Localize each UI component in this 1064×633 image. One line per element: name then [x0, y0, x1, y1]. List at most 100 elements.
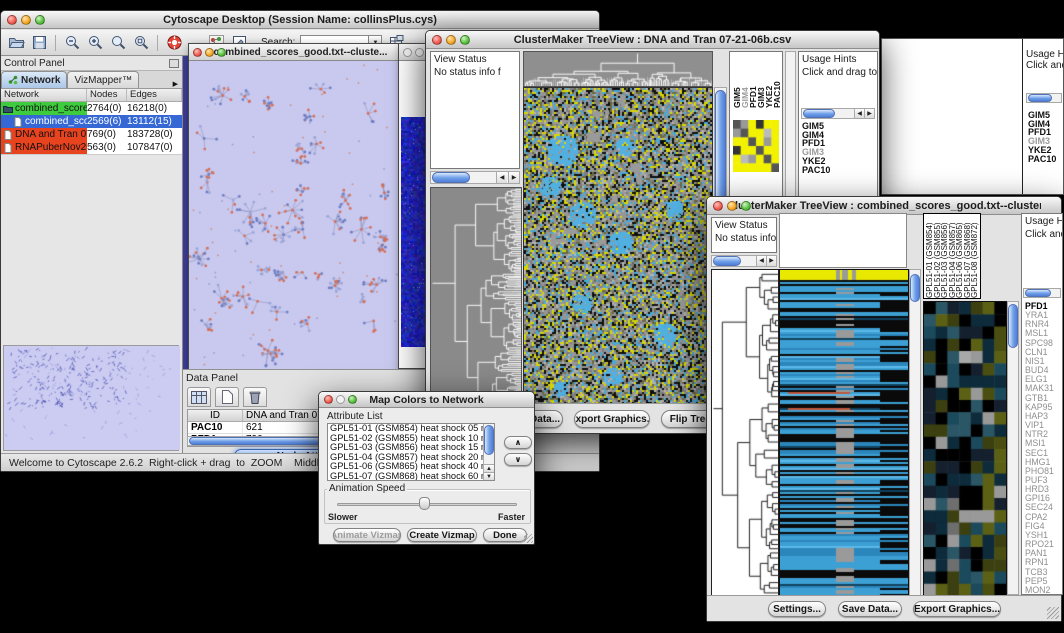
row-dendrogram[interactable] [430, 187, 522, 407]
vertical-scrollbar[interactable] [909, 269, 921, 596]
birdseye-view[interactable] [3, 345, 179, 451]
move-up-button[interactable]: ∧ [504, 436, 532, 449]
scroll-thumb[interactable] [1025, 289, 1051, 297]
tab-network[interactable]: Network [1, 71, 67, 88]
save-icon[interactable] [30, 34, 48, 52]
horizontal-scrollbar[interactable] [1023, 288, 1061, 298]
gene-label[interactable]: PAC10 [1028, 155, 1056, 164]
column-id[interactable]: ID [188, 410, 243, 421]
scroll-up-icon[interactable]: ▲ [484, 464, 494, 472]
scroll-down-icon[interactable]: ▼ [484, 472, 494, 480]
title-bar[interactable]: ClusterMaker TreeView : DNA and Tran 07-… [426, 31, 879, 49]
column-label[interactable]: GIM3 [757, 72, 765, 108]
title-bar[interactable]: Map Colors to Network [319, 392, 534, 408]
close-button[interactable] [7, 15, 17, 25]
minimize-button[interactable] [21, 15, 31, 25]
column-label[interactable]: GIM5 [733, 72, 741, 108]
minimize-button[interactable] [415, 48, 424, 57]
zoom-button[interactable] [348, 395, 357, 404]
gene-label[interactable]: MON2 [1025, 586, 1054, 595]
network-table-row[interactable]: combined_sco 2569(6) 13112(15) [1, 115, 182, 128]
minimize-button[interactable] [336, 395, 345, 404]
scroll-thumb[interactable] [484, 425, 494, 455]
export-graphics-button[interactable]: Export Graphics... [913, 601, 1001, 617]
heatmap[interactable] [779, 269, 909, 596]
scroll-left-icon[interactable]: ◀ [854, 109, 864, 118]
close-button[interactable] [713, 201, 723, 211]
open-file-icon[interactable] [7, 34, 25, 52]
row-dendrogram[interactable] [711, 269, 779, 596]
network-table-row[interactable]: combined_scores 2764(0) 16218(0) [1, 102, 182, 115]
column-label[interactable]: GPL51-06 (GSM865) [956, 216, 964, 298]
zoom-out-icon[interactable] [63, 34, 81, 52]
minimize-button[interactable] [205, 48, 214, 57]
mini-heatmap[interactable] [733, 120, 779, 172]
new-doc-icon[interactable] [215, 387, 239, 407]
help-lifering-icon[interactable] [165, 34, 183, 52]
network-table-row[interactable]: RNAPuberNov2+ 563(0) 107847(0) [1, 141, 182, 154]
more-tabs-icon[interactable]: ▶ [169, 80, 182, 88]
minimize-button[interactable] [446, 35, 456, 45]
horizontal-scrollbar[interactable]: ◀ ▶ [711, 255, 777, 267]
column-label[interactable]: YKE2 [765, 72, 773, 108]
column-label[interactable]: GIM4 [741, 72, 749, 108]
close-button[interactable] [193, 48, 202, 57]
zoom-in-icon[interactable] [86, 34, 104, 52]
scroll-right-icon[interactable]: ▶ [508, 172, 519, 183]
move-down-button[interactable]: ∨ [504, 453, 532, 466]
vertical-scrollbar[interactable] [1007, 301, 1019, 595]
network-table-row[interactable]: DNA and Tran 07 769(0) 183728(0) [1, 128, 182, 141]
gene-label[interactable]: PAC10 [802, 166, 830, 175]
settings-button[interactable]: Settings... [768, 601, 826, 617]
close-button[interactable] [324, 395, 333, 404]
network-canvas[interactable] [189, 61, 398, 369]
animate-vizmap-button[interactable]: Animate Vizmap [333, 528, 401, 542]
scroll-right-icon[interactable]: ▶ [864, 109, 874, 118]
column-label[interactable]: GPL51-02 (GSM855) [934, 216, 942, 298]
scroll-thumb[interactable] [713, 256, 741, 266]
column-label[interactable]: PFD1 [749, 72, 757, 108]
done-button[interactable]: Done [483, 528, 527, 542]
column-label[interactable]: GPL51-04 (GSM857) [949, 216, 957, 298]
tab-vizmapper[interactable]: VizMapper™ [67, 71, 139, 88]
resize-grip[interactable] [1047, 607, 1059, 619]
column-label[interactable]: GPL51-07 (GSM868) [964, 216, 972, 298]
zoom-fit-icon[interactable] [132, 34, 150, 52]
zoom-button[interactable] [460, 35, 470, 45]
zoom-button[interactable] [217, 48, 226, 57]
resize-grip[interactable] [524, 534, 533, 543]
column-label[interactable]: GPL51-01 (GSM854) [926, 216, 934, 298]
zoom-button[interactable] [35, 15, 45, 25]
trash-icon[interactable] [243, 387, 267, 407]
title-bar[interactable]: combined_scores_good.txt--cluste... [189, 44, 398, 61]
column-label[interactable]: PAC10 [773, 72, 781, 108]
close-button[interactable] [403, 48, 412, 57]
float-panel-icon[interactable] [169, 59, 179, 68]
column-dendrogram[interactable] [523, 51, 713, 87]
zoom-selected-icon[interactable] [109, 34, 127, 52]
column-label[interactable]: GPL51-08 (GSM872) [971, 216, 979, 298]
scroll-left-icon[interactable]: ◀ [756, 256, 766, 266]
scroll-thumb[interactable] [803, 109, 835, 118]
scroll-thumb[interactable] [1028, 94, 1052, 102]
slider-thumb[interactable] [419, 497, 430, 510]
mini-scrollbar[interactable] [1026, 93, 1062, 103]
scroll-thumb[interactable] [432, 172, 470, 183]
horizontal-scrollbar[interactable]: ◀ ▶ [430, 171, 520, 184]
horizontal-scrollbar[interactable]: ◀ ▶ [801, 108, 875, 119]
minimize-button[interactable] [727, 201, 737, 211]
export-graphics-button[interactable]: Export Graphics... [574, 410, 650, 428]
close-button[interactable] [432, 35, 442, 45]
attribute-item[interactable]: GPL51-07 (GSM868) heat shock 60 min [328, 472, 494, 481]
scroll-right-icon[interactable]: ▶ [766, 256, 776, 266]
list-scrollbar[interactable]: ▲ ▼ [483, 424, 494, 480]
save-data-button[interactable]: Save Data... [838, 601, 902, 617]
table-mode-icon[interactable] [187, 387, 211, 407]
scroll-thumb[interactable] [1008, 304, 1018, 348]
title-bar[interactable]: Cytoscape Desktop (Session Name: collins… [1, 11, 599, 29]
create-vizmap-button[interactable]: Create Vizmap [407, 528, 477, 542]
heatmap[interactable] [523, 87, 713, 407]
scroll-left-icon[interactable]: ◀ [496, 172, 507, 183]
scroll-thumb[interactable] [910, 274, 920, 302]
zoom-button[interactable] [741, 201, 751, 211]
